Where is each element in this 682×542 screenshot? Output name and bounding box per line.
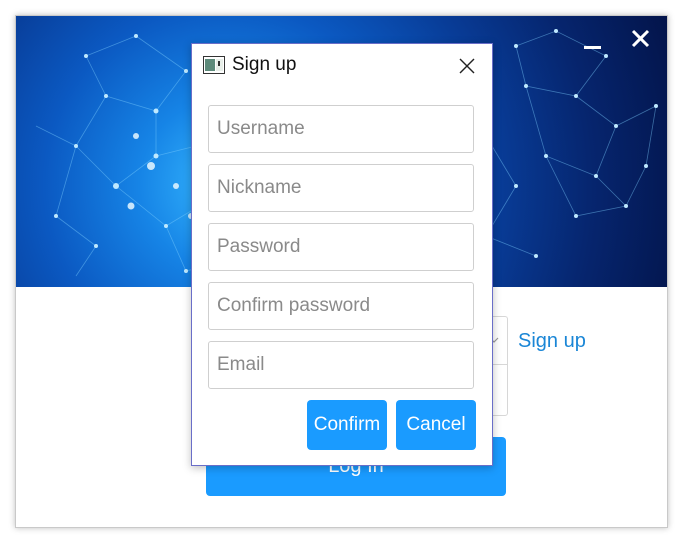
cancel-button[interactable]: Cancel <box>396 400 476 450</box>
close-icon <box>631 29 650 48</box>
close-icon[interactable] <box>458 57 476 75</box>
window-app-icon <box>203 56 225 74</box>
confirm-button[interactable]: Confirm <box>307 400 387 450</box>
username-input[interactable] <box>208 105 474 153</box>
window-close-button[interactable] <box>628 26 654 52</box>
minimize-icon <box>584 46 601 49</box>
nickname-input[interactable] <box>208 164 474 212</box>
confirm-password-input[interactable] <box>208 282 474 330</box>
password-input[interactable] <box>208 223 474 271</box>
dialog-title: Sign up <box>232 54 297 75</box>
signup-link[interactable]: Sign up <box>518 330 586 353</box>
signup-dialog: Sign up Confirm Cancel <box>191 43 493 466</box>
email-input[interactable] <box>208 341 474 389</box>
minimize-button[interactable] <box>580 26 606 52</box>
